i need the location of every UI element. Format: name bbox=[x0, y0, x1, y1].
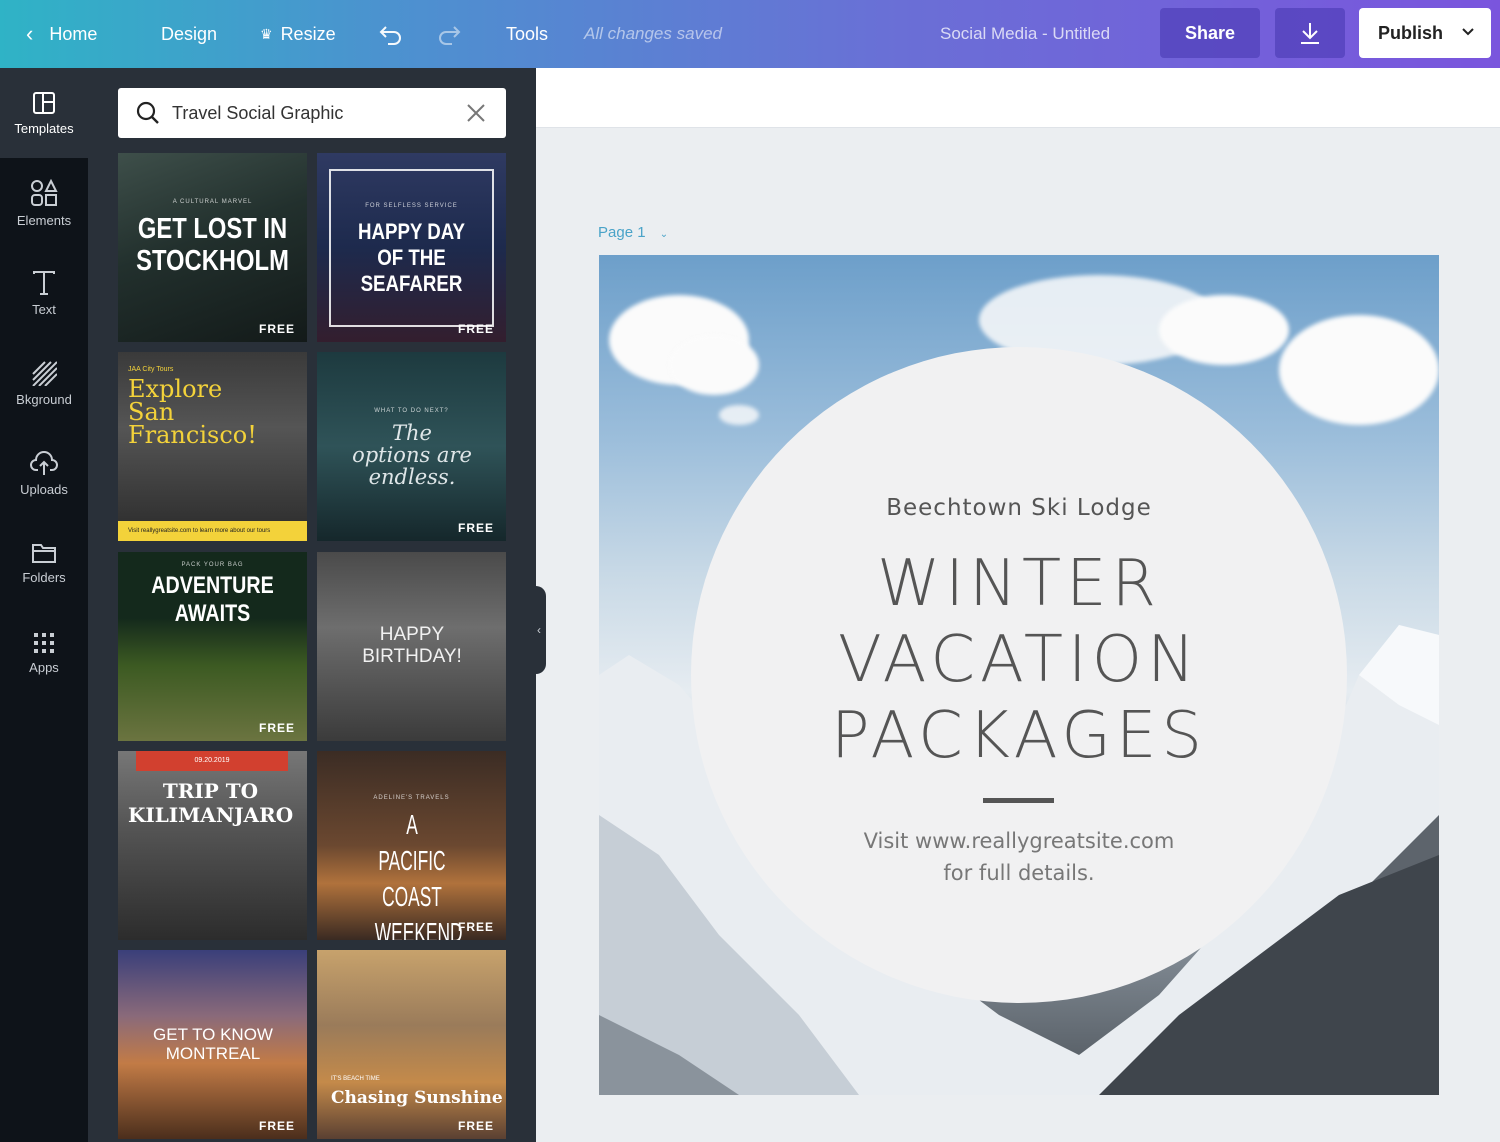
rail-label: Apps bbox=[29, 659, 59, 675]
apps-icon bbox=[34, 632, 54, 653]
template-kicker: JAA City Tours bbox=[128, 366, 174, 373]
rail-item-text[interactable]: Text bbox=[0, 248, 88, 338]
details-line-1[interactable]: Visit www.reallygreatsite.com bbox=[691, 829, 1347, 853]
template-title: Chasing Sunshine bbox=[331, 1088, 503, 1108]
free-badge: FREE bbox=[258, 721, 295, 735]
rail-label: Bkground bbox=[16, 391, 72, 407]
uploads-icon bbox=[30, 450, 58, 475]
headline-line-3[interactable]: PACKAGES bbox=[691, 699, 1347, 773]
template-card[interactable]: ADELINE'S TRAVELS A PACIFIC COAST WEEKEN… bbox=[317, 751, 506, 940]
template-title: The options are endless. bbox=[352, 421, 472, 489]
rail-label: Templates bbox=[14, 120, 74, 136]
publish-label: Publish bbox=[1378, 22, 1444, 43]
template-title: Explore San Francisco! bbox=[128, 375, 257, 449]
chevron-down-icon bbox=[1462, 28, 1474, 36]
template-kicker: WHAT TO DO NEXT? bbox=[374, 408, 449, 414]
template-kicker: 09.20.2019 bbox=[136, 751, 288, 771]
template-kicker: IT'S BEACH TIME bbox=[331, 1076, 380, 1082]
search-input[interactable]: Travel Social Graphic bbox=[172, 103, 343, 124]
free-badge: FREE bbox=[457, 1119, 494, 1133]
crown-icon: ♛ bbox=[260, 25, 273, 42]
template-card[interactable]: WHAT TO DO NEXT? The options are endless… bbox=[317, 352, 506, 541]
free-badge: FREE bbox=[457, 521, 494, 535]
home-button[interactable]: ‹ Home bbox=[26, 0, 97, 68]
elements-icon bbox=[31, 178, 58, 206]
top-toolbar: ‹ Home Design ♛ Resize Tools All changes… bbox=[0, 0, 1500, 68]
headline-line-1[interactable]: WINTER bbox=[691, 547, 1347, 621]
close-icon[interactable] bbox=[466, 103, 486, 123]
template-title: HAPPY BIRTHDAY! bbox=[362, 624, 462, 667]
publish-button[interactable]: Publish bbox=[1359, 8, 1491, 58]
free-badge: FREE bbox=[457, 322, 494, 336]
rail-label: Folders bbox=[22, 569, 66, 585]
tools-menu-button[interactable]: Tools bbox=[506, 0, 548, 68]
rail-item-templates[interactable]: Templates bbox=[0, 68, 88, 158]
collapse-panel-button[interactable]: ‹ bbox=[532, 586, 546, 674]
document-title[interactable]: Social Media - Untitled bbox=[940, 0, 1110, 68]
divider-line bbox=[983, 798, 1054, 803]
rail-item-apps[interactable]: Apps bbox=[0, 608, 88, 698]
template-title: TRIP TO KILIMANJARO bbox=[128, 779, 294, 827]
template-title: GET TO KNOW MONTREAL bbox=[153, 1025, 273, 1063]
chevron-down-icon: ⌄ bbox=[659, 229, 669, 240]
page-selector[interactable]: Page 1 ⌄ bbox=[598, 224, 668, 241]
rail-label: Text bbox=[32, 301, 56, 317]
rail-label: Uploads bbox=[20, 481, 68, 497]
template-card[interactable]: JAA City Tours Explore San Francisco! Vi… bbox=[118, 352, 307, 541]
chevron-left-icon: ‹ bbox=[26, 21, 34, 46]
free-badge: FREE bbox=[258, 1119, 295, 1133]
template-card[interactable]: GET TO KNOW MONTREAL FREE bbox=[118, 950, 307, 1139]
template-card[interactable]: PACK YOUR BAG ADVENTURE AWAITS FREE bbox=[118, 552, 307, 741]
template-card[interactable]: HAPPY BIRTHDAY! bbox=[317, 552, 506, 741]
text-icon bbox=[33, 270, 55, 295]
redo-icon[interactable] bbox=[436, 0, 462, 68]
rail-item-background[interactable]: Bkground bbox=[0, 338, 88, 428]
background-icon bbox=[32, 360, 57, 386]
template-kicker: ADELINE'S TRAVELS bbox=[373, 795, 450, 801]
download-button[interactable] bbox=[1275, 8, 1345, 58]
rail-item-elements[interactable]: Elements bbox=[0, 158, 88, 248]
rail-item-folders[interactable]: Folders bbox=[0, 518, 88, 608]
template-card[interactable]: 09.20.2019 TRIP TO KILIMANJARO bbox=[118, 751, 307, 940]
template-card[interactable]: A CULTURAL MARVEL GET LOST IN STOCKHOLM … bbox=[118, 153, 307, 342]
home-label: Home bbox=[49, 23, 98, 44]
template-search-field[interactable]: Travel Social Graphic bbox=[118, 88, 506, 138]
template-card[interactable]: FOR SELFLESS SERVICE HAPPY DAY OF THE SE… bbox=[317, 153, 506, 342]
free-badge: FREE bbox=[258, 322, 295, 336]
details-line-2[interactable]: for full details. bbox=[691, 861, 1347, 885]
chevron-left-icon: ‹ bbox=[537, 623, 541, 637]
rail-label: Elements bbox=[16, 212, 72, 228]
template-kicker: FOR SELFLESS SERVICE bbox=[365, 203, 458, 209]
side-rail: Templates Elements Text Bkground Uploads… bbox=[0, 68, 88, 1142]
folders-icon bbox=[32, 543, 56, 563]
template-title: ADVENTURE AWAITS bbox=[151, 572, 274, 627]
rail-item-uploads[interactable]: Uploads bbox=[0, 428, 88, 518]
free-badge: FREE bbox=[457, 920, 494, 934]
content-circle[interactable]: Beechtown Ski Lodge WINTER VACATION PACK… bbox=[691, 347, 1347, 1003]
template-card[interactable]: IT'S BEACH TIME Chasing Sunshine FREE bbox=[317, 950, 506, 1139]
download-icon bbox=[1301, 23, 1319, 44]
resize-label: Resize bbox=[280, 23, 336, 44]
template-title: GET LOST IN STOCKHOLM bbox=[136, 213, 289, 277]
template-title: A PACIFIC COAST WEEKEND bbox=[374, 809, 463, 940]
page-label: Page 1 bbox=[598, 224, 646, 241]
undo-icon[interactable] bbox=[378, 0, 404, 68]
lodge-name[interactable]: Beechtown Ski Lodge bbox=[691, 495, 1347, 521]
headline-line-2[interactable]: VACATION bbox=[691, 623, 1347, 697]
search-icon bbox=[136, 101, 159, 124]
resize-button[interactable]: ♛ Resize bbox=[260, 0, 336, 68]
template-kicker: PACK YOUR BAG bbox=[181, 562, 244, 568]
share-button[interactable]: Share bbox=[1160, 8, 1260, 58]
canvas-toolbar-strip bbox=[536, 68, 1500, 128]
design-canvas[interactable]: Beechtown Ski Lodge WINTER VACATION PACK… bbox=[599, 255, 1439, 1095]
templates-icon bbox=[33, 91, 55, 114]
design-menu-button[interactable]: Design bbox=[161, 0, 217, 68]
template-title: HAPPY DAY OF THE SEAFARER bbox=[357, 219, 466, 296]
template-kicker: A CULTURAL MARVEL bbox=[172, 199, 253, 205]
template-footer: Visit reallygreatsite.com to learn more … bbox=[118, 521, 307, 541]
save-status: All changes saved bbox=[584, 24, 722, 43]
